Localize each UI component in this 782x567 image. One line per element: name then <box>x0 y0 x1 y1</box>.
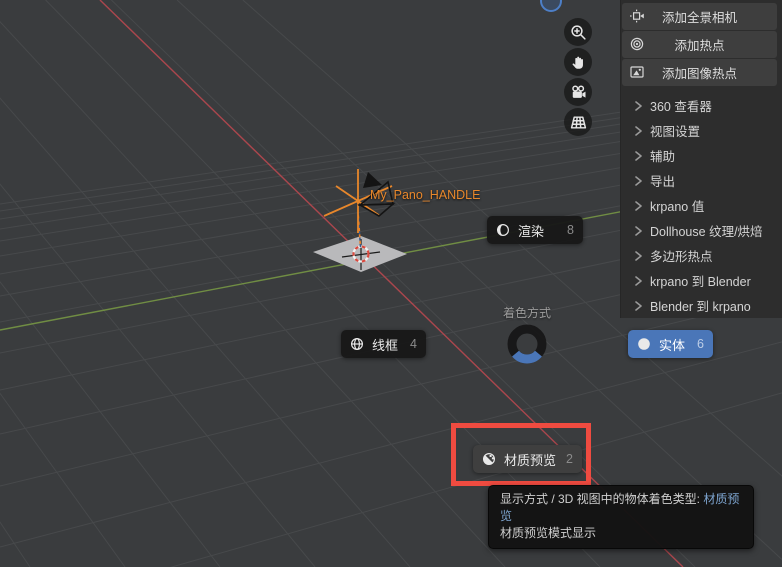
chevron-right-icon <box>635 275 642 286</box>
section-krpano-to-blender[interactable]: krpano 到 Blender <box>621 268 782 293</box>
add-image-hotspot-icon <box>629 64 645 80</box>
camera-view-icon <box>571 84 586 98</box>
blender-3d-viewport: My_Pano_HANDLE 添加全景相机 添加热点 添加图像热点 360 查看… <box>0 0 782 567</box>
pie-item-label: 渲染 <box>518 223 545 239</box>
chevron-right-icon <box>635 250 642 261</box>
shading-rendered-icon <box>496 223 510 237</box>
shading-solid-icon <box>637 337 651 351</box>
add-image-hotspot-button[interactable]: 添加图像热点 <box>622 59 777 86</box>
pie-item-hotkey: 4 <box>410 337 417 351</box>
camera-view-button[interactable] <box>564 78 592 106</box>
chevron-right-icon <box>635 100 642 111</box>
section-blender-to-krpano[interactable]: Blender 到 krpano <box>621 293 782 318</box>
section-polygon-hotspot[interactable]: 多边形热点 <box>621 243 782 268</box>
chevron-right-icon <box>635 175 642 186</box>
chevron-right-icon <box>635 125 642 136</box>
pie-item-label: 线框 <box>372 337 399 353</box>
pie-item-hotkey: 8 <box>567 223 574 237</box>
section-assist[interactable]: 辅助 <box>621 143 782 168</box>
annotation-highlight-rect <box>451 423 591 486</box>
shading-wireframe-icon <box>350 337 364 351</box>
add-image-hotspot-label: 添加图像热点 <box>661 67 737 81</box>
section-krpano-values[interactable]: krpano 值 <box>621 193 782 218</box>
pie-menu-title: 着色方式 <box>502 306 551 320</box>
section-export[interactable]: 导出 <box>621 168 782 193</box>
add-hotspot-icon <box>629 36 645 52</box>
zoom-button[interactable] <box>564 18 592 46</box>
chevron-right-icon <box>635 225 642 236</box>
tooltip-line2: 材质预览模式显示 <box>500 526 597 540</box>
pan-button[interactable] <box>564 48 592 76</box>
pie-item-wireframe[interactable]: 线框 4 <box>341 330 426 358</box>
pie-menu-direction-ring <box>507 324 547 364</box>
section-view-settings[interactable]: 视图设置 <box>621 118 782 143</box>
tooltip: 显示方式 / 3D 视图中的物体着色类型: 材质预览 材质预览模式显示 <box>488 485 754 549</box>
add-pano-camera-label: 添加全景相机 <box>661 11 737 25</box>
pie-item-solid[interactable]: 实体 6 <box>628 330 713 358</box>
section-360-viewer[interactable]: 360 查看器 <box>621 93 782 118</box>
add-pano-camera-icon <box>629 8 645 24</box>
tooltip-line1: 显示方式 / 3D 视图中的物体着色类型: 材质预览 <box>500 492 740 523</box>
pie-item-rendered[interactable]: 渲染 8 <box>487 216 583 244</box>
pie-item-hotkey: 6 <box>697 337 704 351</box>
panel-sections: 360 查看器 视图设置 辅助 导出 krpano 值 Dollhouse 纹理… <box>621 93 782 318</box>
pan-hand-icon <box>572 56 583 69</box>
chevron-right-icon <box>635 300 642 311</box>
section-dollhouse-bake[interactable]: Dollhouse 纹理/烘焙 <box>621 218 782 243</box>
perspective-grid-icon <box>570 115 586 129</box>
add-pano-camera-button[interactable]: 添加全景相机 <box>622 3 777 30</box>
chevron-right-icon <box>635 200 642 211</box>
zoom-icon <box>570 24 586 40</box>
krpano-panel: 添加全景相机 添加热点 添加图像热点 360 查看器 视图设置 辅助 导出 kr… <box>620 0 782 318</box>
pie-item-label: 实体 <box>659 337 686 353</box>
add-hotspot-label: 添加热点 <box>674 39 725 53</box>
perspective-toggle-button[interactable] <box>564 108 592 136</box>
x-axis-line <box>99 0 684 567</box>
object-name-label: My_Pano_HANDLE <box>370 188 481 202</box>
add-hotspot-button[interactable]: 添加热点 <box>622 31 777 58</box>
chevron-right-icon <box>635 150 642 161</box>
